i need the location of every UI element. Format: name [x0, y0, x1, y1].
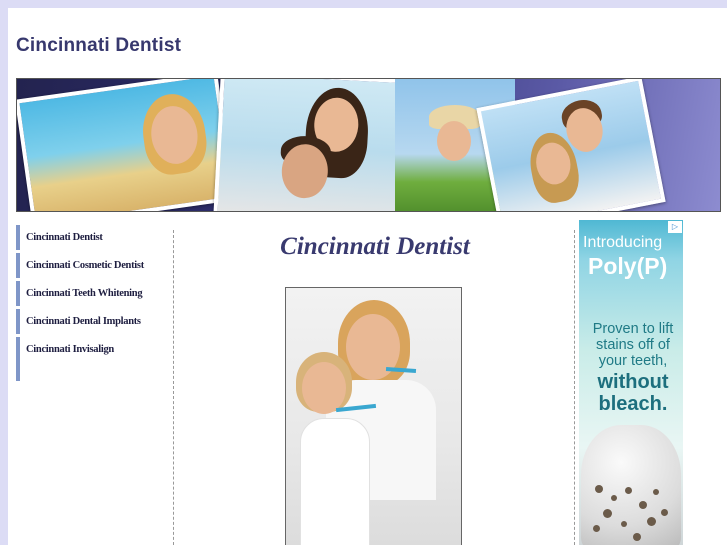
right-column-divider — [574, 230, 575, 545]
banner-photo-beach — [17, 79, 236, 211]
sidebar-item-invisalign[interactable]: Cincinnati Invisalign — [16, 337, 166, 381]
ad-banner[interactable]: ▷ Introducing Poly(P) Proven to lift sta… — [579, 220, 683, 545]
sidebar-item-teeth-whitening[interactable]: Cincinnati Teeth Whitening — [16, 281, 166, 306]
header-banner-image — [16, 78, 721, 212]
ad-text-without-bleach: without bleach. — [597, 371, 669, 415]
sidebar-item-dental-implants[interactable]: Cincinnati Dental Implants — [16, 309, 166, 334]
ad-text-tagline: Proven to lift stains off of your teeth, — [592, 321, 674, 369]
left-column-divider — [173, 230, 174, 545]
mother-daughter-brushing-photo — [285, 287, 462, 545]
site-title[interactable]: Cincinnati Dentist — [16, 35, 181, 57]
sidebar-item-cosmetic-dentist[interactable]: Cincinnati Cosmetic Dentist — [16, 253, 166, 278]
tooth-image — [581, 425, 681, 545]
sidebar-item-cincinnati-dentist[interactable]: Cincinnati Dentist — [16, 225, 166, 250]
sidebar-nav: Cincinnati Dentist Cincinnati Cosmetic D… — [16, 225, 166, 384]
page-heading: Cincinnati Dentist — [280, 233, 470, 260]
ad-choices-icon[interactable]: ▷ — [668, 221, 682, 233]
ad-text-product: Poly(P) — [588, 253, 668, 279]
ad-text-introducing: Introducing — [583, 234, 663, 251]
page: Cincinnati Dentist Cincinnati Dentist Ci… — [8, 8, 727, 545]
